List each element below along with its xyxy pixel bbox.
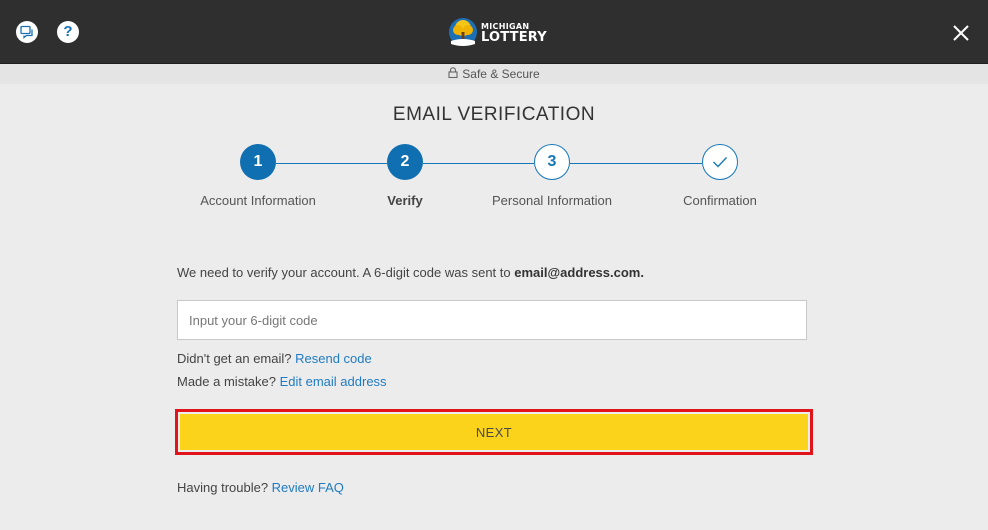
resend-code-link[interactable]: Resend code	[295, 351, 372, 366]
verification-code-input[interactable]	[177, 300, 807, 340]
message-text: We need to verify your account. A 6-digi…	[177, 265, 515, 280]
help-icon[interactable]: ?	[57, 21, 79, 43]
step-connector-1	[276, 163, 387, 164]
trouble-text: Having trouble?	[177, 480, 272, 495]
next-button[interactable]: NEXT	[180, 414, 808, 450]
page-title: EMAIL VERIFICATION	[392, 104, 596, 125]
step-3-label: Personal Information	[492, 193, 612, 208]
email-address: email@address.com.	[514, 265, 644, 280]
close-icon[interactable]	[952, 24, 970, 42]
next-button-highlight: NEXT	[175, 409, 813, 455]
step-1-circle: 1	[240, 144, 276, 180]
lock-icon	[448, 67, 458, 81]
edit-email-line: Made a mistake? Edit email address	[177, 374, 387, 389]
step-4-label: Confirmation	[683, 193, 757, 208]
step-connector-3	[570, 163, 702, 164]
michigan-lottery-logo[interactable]: MICHIGAN LOTTERY	[448, 16, 547, 50]
help-glyph: ?	[63, 23, 73, 40]
edit-email-link[interactable]: Edit email address	[280, 374, 387, 389]
step-connector-2	[423, 163, 534, 164]
checkmark-icon	[713, 157, 728, 168]
step-4-circle	[702, 144, 738, 180]
tree-logo-icon	[448, 17, 478, 49]
trouble-line: Having trouble? Review FAQ	[177, 480, 344, 495]
mistake-text: Made a mistake?	[177, 374, 280, 389]
step-2-circle: 2	[387, 144, 423, 180]
progress-stepper: 1 2 3 Account Information Verify Persona…	[0, 144, 988, 214]
top-bar: ? MICHIGAN LOTTERY	[0, 0, 988, 64]
secure-bar: Safe & Secure	[0, 64, 988, 84]
step-3-circle: 3	[534, 144, 570, 180]
resend-line: Didn't get an email? Resend code	[177, 351, 372, 366]
review-faq-link[interactable]: Review FAQ	[272, 480, 344, 495]
chat-icon[interactable]	[16, 21, 38, 43]
verification-message: We need to verify your account. A 6-digi…	[177, 265, 644, 280]
logo-line-2: LOTTERY	[481, 29, 547, 45]
no-email-text: Didn't get an email?	[177, 351, 296, 366]
secure-text: Safe & Secure	[462, 67, 540, 81]
